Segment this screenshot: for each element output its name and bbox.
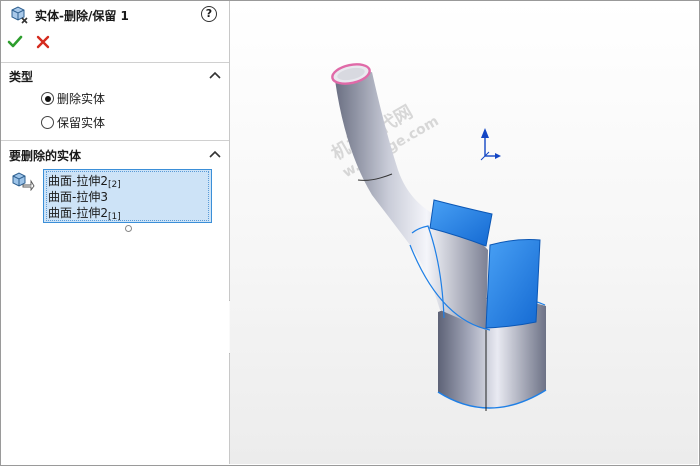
section-type-title: 类型	[9, 70, 34, 84]
list-item[interactable]: 曲面-拉伸3	[48, 188, 108, 204]
radio-label: 保留实体	[57, 116, 106, 130]
listbox-resize-handle[interactable]	[125, 225, 132, 232]
list-item[interactable]: 曲面-拉伸2[2]	[48, 172, 121, 190]
section-bodies-title: 要删除的实体	[9, 149, 82, 163]
chevron-up-icon[interactable]	[209, 70, 221, 80]
solid-body-icon	[12, 172, 35, 191]
section-bodies-header[interactable]: 要删除的实体	[9, 147, 221, 165]
property-manager-header: 实体-删除/保留 1 ?	[7, 5, 223, 25]
list-item[interactable]: 曲面-拉伸2[1]	[48, 204, 121, 222]
section-type-header[interactable]: 类型	[9, 68, 221, 86]
divider	[1, 62, 229, 63]
property-manager-panel: 实体-删除/保留 1 ? 类型 删除实体 保留实体 要删除的实体 曲面-拉伸2[…	[1, 1, 230, 464]
radio-button[interactable]	[41, 116, 54, 129]
cancel-x-icon[interactable]	[35, 34, 51, 50]
help-button[interactable]: ?	[201, 6, 217, 22]
chevron-up-icon[interactable]	[209, 149, 221, 159]
bodies-to-delete-listbox[interactable]: 曲面-拉伸2[2] 曲面-拉伸3 曲面-拉伸2[1]	[43, 169, 212, 223]
selected-surface-2[interactable]	[485, 239, 541, 329]
ok-checkmark-icon[interactable]	[7, 34, 23, 50]
graphics-viewport[interactable]: 机械时代网 w.jixinge.com	[230, 1, 698, 464]
property-manager-title: 实体-删除/保留 1	[35, 9, 129, 23]
blended-surface-body[interactable]	[335, 72, 491, 331]
coordinate-triad-icon	[480, 128, 501, 161]
divider	[1, 140, 229, 141]
delete-body-feature-icon	[11, 6, 28, 24]
radio-button-selected[interactable]	[41, 92, 54, 105]
model-3d-view[interactable]	[230, 1, 698, 464]
radio-label: 删除实体	[57, 92, 106, 106]
